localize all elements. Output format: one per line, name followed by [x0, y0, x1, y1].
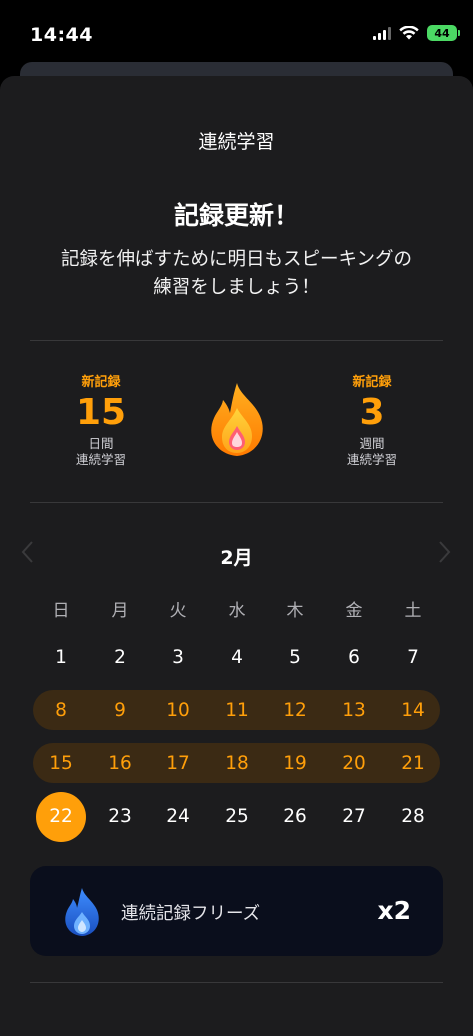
cellular-signal-icon — [373, 26, 391, 40]
weekday-label: 火 — [169, 601, 187, 621]
weekday-label: 日 — [52, 601, 70, 621]
status-bar: 14:44 44 — [0, 0, 473, 60]
calendar-day[interactable]: 15 — [36, 752, 86, 776]
calendar-day[interactable]: 17 — [153, 752, 203, 776]
daily-streak-stat: 新記録 15 日間 連続学習 — [41, 371, 161, 468]
calendar-day[interactable]: 14 — [388, 699, 438, 723]
subtext: 記録を伸ばすために明日もスピーキングの練習をしましょう！ — [61, 249, 412, 298]
freeze-count: x2 — [377, 896, 411, 925]
headline: 記録更新！ — [173, 201, 299, 230]
divider-top — [30, 340, 443, 341]
calendar-day[interactable]: 25 — [212, 805, 262, 829]
stat-number: 3 — [359, 392, 385, 433]
weekday-label: 金 — [345, 601, 363, 621]
sheet-title: 連続学習 — [198, 131, 275, 153]
wifi-icon — [399, 26, 419, 40]
calendar-day[interactable]: 27 — [329, 805, 379, 829]
ice-flame-icon — [65, 888, 99, 936]
weekday-label: 土 — [404, 601, 422, 621]
freeze-label: 連続記録フリーズ — [121, 904, 261, 924]
streak-freeze-card[interactable]: 連続記録フリーズ x2 — [30, 866, 443, 956]
calendar-day[interactable]: 26 — [270, 805, 320, 829]
stat-label-line2: 連続学習 — [75, 452, 126, 467]
battery-level: 44 — [434, 26, 450, 40]
stat-badge: 新記録 — [81, 375, 121, 390]
chevron-right-icon[interactable] — [438, 540, 452, 570]
calendar-day[interactable]: 10 — [153, 699, 203, 723]
status-time: 14:44 — [30, 24, 93, 46]
calendar-day[interactable]: 20 — [329, 752, 379, 776]
calendar-day[interactable]: 2 — [95, 646, 145, 670]
divider-bottom — [30, 982, 443, 983]
stat-label-line2: 連続学習 — [346, 452, 397, 467]
calendar-day[interactable]: 23 — [95, 805, 145, 829]
battery-icon: 44 — [427, 25, 460, 41]
weekly-streak-stat: 新記録 3 週間 連続学習 — [312, 371, 432, 468]
divider-middle — [30, 502, 443, 503]
calendar-day[interactable]: 28 — [388, 805, 438, 829]
stat-number: 15 — [75, 392, 127, 433]
calendar-day[interactable]: 16 — [95, 752, 145, 776]
calendar-day[interactable]: 13 — [329, 699, 379, 723]
stat-badge: 新記録 — [352, 375, 392, 390]
calendar-day[interactable]: 12 — [270, 699, 320, 723]
calendar-day[interactable]: 19 — [270, 752, 320, 776]
calendar-day[interactable]: 1 — [36, 646, 86, 670]
calendar-day[interactable]: 3 — [153, 646, 203, 670]
calendar-day[interactable]: 9 — [95, 699, 145, 723]
month-label: 2月 — [220, 547, 253, 569]
stat-label-line1: 日間 — [88, 436, 114, 451]
calendar-day[interactable]: 4 — [212, 646, 262, 670]
status-icons: 44 — [373, 25, 460, 41]
stat-label-line1: 週間 — [359, 436, 385, 451]
weekday-label: 月 — [111, 601, 129, 621]
calendar-day[interactable]: 6 — [329, 646, 379, 670]
weekday-label: 水 — [228, 601, 246, 621]
calendar-day[interactable]: 18 — [212, 752, 262, 776]
calendar-day[interactable]: 21 — [388, 752, 438, 776]
calendar-day[interactable]: 11 — [212, 699, 262, 723]
weekday-label: 木 — [286, 601, 304, 621]
calendar-day-today[interactable]: 22 — [36, 805, 86, 829]
calendar-day[interactable]: 24 — [153, 805, 203, 829]
flame-icon — [211, 383, 263, 456]
calendar-day[interactable]: 8 — [36, 699, 86, 723]
calendar-day[interactable]: 5 — [270, 646, 320, 670]
calendar-day[interactable]: 7 — [388, 646, 438, 670]
